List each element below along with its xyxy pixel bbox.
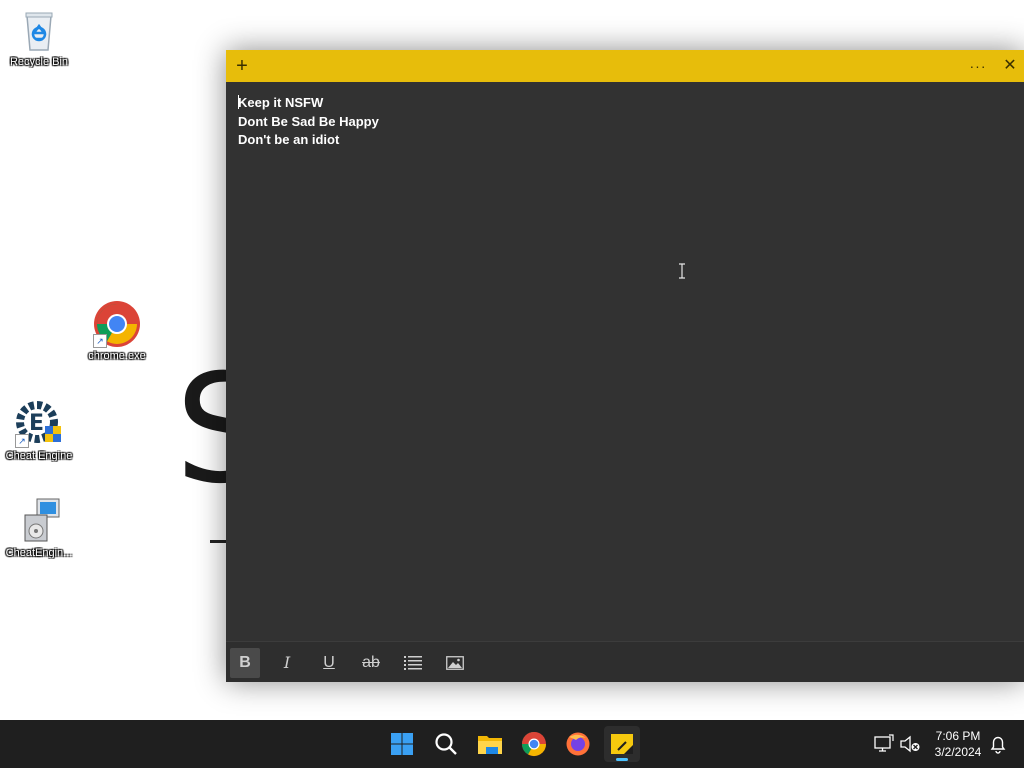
shortcut-arrow-icon: ↗ [15,434,29,448]
search-button[interactable] [428,726,464,762]
more-icon: ··· [969,58,987,74]
note-line: Don't be an idiot [238,132,340,147]
note-line: Keep it NSFW [238,94,1008,113]
image-icon [446,655,464,670]
firefox-button[interactable] [560,726,596,762]
start-icon [391,733,413,755]
menu-button[interactable]: ··· [962,50,994,82]
desktop-icon-cheat-engine-installer[interactable]: CheatEngin... [0,497,78,559]
cheat-engine-icon: E ↗ [15,400,63,448]
close-icon: ✕ [1003,57,1017,74]
italic-button[interactable]: I [272,648,302,678]
ibeam-cursor-icon [678,263,686,284]
note-line: Dont Be Sad Be Happy [238,113,379,129]
desktop-icon-label: Cheat Engine [5,450,73,462]
network-icon [874,734,894,752]
search-icon [435,733,457,755]
insert-image-button[interactable] [440,648,470,678]
plus-icon: + [236,55,248,77]
note-titlebar[interactable]: + ··· ✕ [226,50,1024,82]
sticky-notes-icon [611,734,633,754]
desktop-icon-label: Recycle Bin [9,56,69,68]
desktop-icon-recycle-bin[interactable]: Recycle Bin [0,6,78,68]
sticky-note-window[interactable]: + ··· ✕ Keep it NSFW Dont Be Sad Be Happ… [226,50,1024,682]
chrome-icon [522,732,546,757]
bold-button[interactable]: B [230,648,260,678]
strikethrough-button[interactable]: ab [356,648,386,678]
network-tray-button[interactable] [872,732,896,756]
installer-icon [15,497,63,545]
new-note-button[interactable]: + [226,50,258,82]
firefox-icon [566,732,590,756]
shortcut-arrow-icon: ↗ [93,334,107,348]
desktop-icon-label: chrome.exe [88,350,146,362]
active-app-indicator [616,758,628,761]
chrome-icon: ↗ [93,300,141,348]
volume-tray-button[interactable] [898,732,922,756]
bullet-list-button[interactable] [398,648,428,678]
volume-muted-icon [900,735,920,753]
clock-date: 3/2/2024 [934,745,982,759]
start-button[interactable] [384,726,420,762]
recycle-bin-icon [15,6,63,54]
sticky-notes-button[interactable] [604,726,640,762]
svg-text:E: E [29,411,44,436]
list-icon [404,655,422,670]
wallpaper-mark [210,540,226,543]
close-button[interactable]: ✕ [994,50,1024,82]
file-explorer-button[interactable] [472,726,508,762]
taskbar [0,720,1024,768]
note-text-area[interactable]: Keep it NSFW Dont Be Sad Be Happy Don't … [238,94,1008,150]
clock-time: 7:06 PM [935,729,981,743]
file-explorer-icon [478,736,502,754]
format-toolbar: B I U ab [226,641,1024,682]
underline-button[interactable]: U [314,648,344,678]
desktop-icon-label: CheatEngin... [5,547,73,559]
taskbar-clock[interactable]: 7:06 PM 3/2/2024 [922,728,994,760]
desktop-icon-cheat-engine[interactable]: E ↗ Cheat Engine [0,400,78,462]
desktop-icon-chrome[interactable]: ↗ chrome.exe [78,300,156,362]
note-line-text: Keep it NSFW [238,95,324,110]
chrome-taskbar-button[interactable] [516,726,552,762]
